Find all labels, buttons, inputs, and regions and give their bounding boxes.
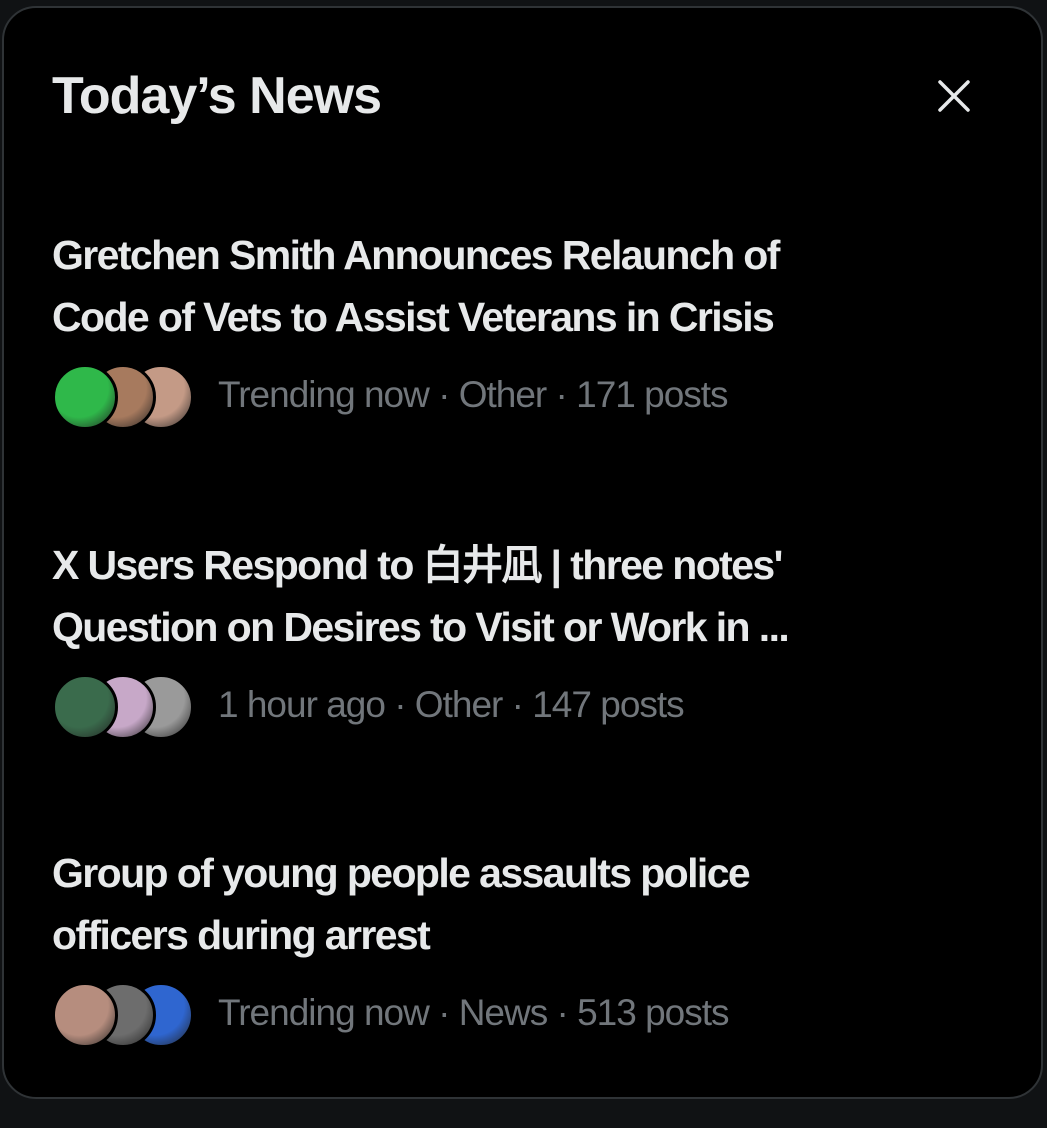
close-button[interactable]	[922, 64, 986, 128]
panel-title: Today’s News	[52, 67, 382, 125]
avatar-stack	[52, 362, 194, 430]
headline-line: officers during arrest	[52, 912, 431, 958]
headline-line: X Users Respond to 白井凪 | three notes'	[52, 542, 783, 588]
news-headline: Group of young people assaults police of…	[52, 842, 952, 966]
todays-news-panel: Today’s News Gretchen Smith Announces Re…	[2, 6, 1043, 1099]
headline-line: Group of young people assaults police	[52, 850, 751, 896]
avatar	[52, 982, 118, 1048]
news-item[interactable]: Gretchen Smith Announces Relaunch of Cod…	[52, 224, 952, 430]
avatar-stack	[52, 672, 194, 740]
news-meta-row: Trending now · Other · 171 posts	[52, 360, 952, 430]
avatar-stack	[52, 980, 194, 1048]
news-meta-row: 1 hour ago · Other · 147 posts	[52, 670, 952, 740]
news-item[interactable]: Group of young people assaults police of…	[52, 842, 952, 1048]
headline-line: Question on Desires to Visit or Work in …	[52, 604, 790, 650]
news-meta: Trending now · Other · 171 posts	[218, 374, 729, 415]
news-meta: 1 hour ago · Other · 147 posts	[218, 684, 685, 725]
news-meta: Trending now · News · 513 posts	[218, 992, 730, 1033]
news-headline: X Users Respond to 白井凪 | three notes' Qu…	[52, 534, 952, 658]
avatar	[52, 364, 118, 430]
close-icon	[938, 80, 970, 112]
news-headline: Gretchen Smith Announces Relaunch of Cod…	[52, 224, 952, 348]
headline-line: Gretchen Smith Announces Relaunch of	[52, 232, 780, 278]
avatar	[52, 674, 118, 740]
headline-line: Code of Vets to Assist Veterans in Crisi…	[52, 294, 775, 340]
news-item[interactable]: X Users Respond to 白井凪 | three notes' Qu…	[52, 534, 952, 740]
news-meta-row: Trending now · News · 513 posts	[52, 978, 952, 1048]
